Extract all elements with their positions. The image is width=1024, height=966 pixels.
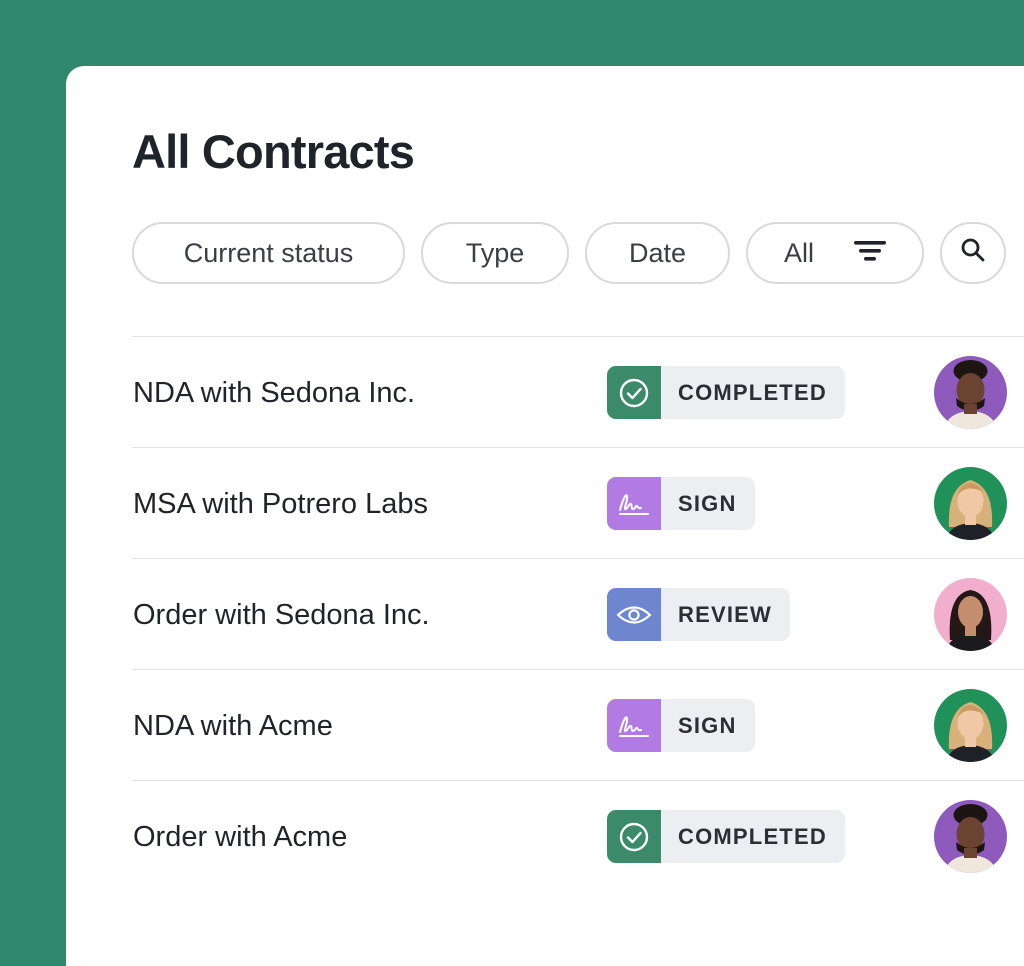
all-filter-label: All	[783, 237, 814, 268]
contract-name[interactable]: NDA with Acme	[133, 710, 333, 743]
contract-name[interactable]: MSA with Potrero Labs	[133, 488, 428, 521]
status-badge: COMPLETED	[607, 810, 845, 863]
check-circle-icon	[607, 810, 661, 863]
contract-row[interactable]: NDA with Sedona Inc. COMPLETED	[132, 336, 1024, 447]
person-avatar-green	[934, 689, 1007, 762]
status-badge-label: REVIEW	[678, 601, 772, 627]
person-avatar-green	[934, 467, 1007, 540]
all-filter-dropdown[interactable]: All	[746, 222, 924, 284]
page-title: All Contracts	[132, 125, 415, 178]
signature-icon	[607, 477, 661, 530]
person-avatar-purple	[934, 356, 1007, 429]
type-filter-button[interactable]: Type	[421, 222, 569, 284]
eye-icon	[607, 588, 661, 641]
status-badge: COMPLETED	[607, 366, 845, 419]
filter-bar: Current status Type Date All	[132, 222, 1024, 286]
status-badge-label: SIGN	[678, 712, 737, 738]
filter-lines-icon	[854, 238, 886, 269]
contract-name[interactable]: NDA with Sedona Inc.	[133, 377, 415, 410]
status-badge-label: COMPLETED	[678, 379, 827, 405]
contracts-list: NDA with Sedona Inc. COMPLETED MSA with …	[132, 336, 1024, 891]
contract-row[interactable]: NDA with Acme SIGN	[132, 669, 1024, 780]
contract-name[interactable]: Order with Sedona Inc.	[133, 599, 430, 632]
search-button[interactable]	[940, 222, 1006, 284]
date-filter-label: Date	[628, 237, 687, 268]
status-badge: SIGN	[607, 477, 755, 530]
date-filter-button[interactable]: Date	[585, 222, 730, 284]
current-status-filter-label: Current status	[183, 237, 354, 268]
contract-row[interactable]: MSA with Potrero Labs SIGN	[132, 447, 1024, 558]
contracts-panel: All Contracts Current status Type Date A…	[66, 66, 1024, 966]
status-badge: REVIEW	[607, 588, 790, 641]
status-badge-label: COMPLETED	[678, 823, 827, 849]
status-badge: SIGN	[607, 699, 755, 752]
signature-icon	[607, 699, 661, 752]
contract-name[interactable]: Order with Acme	[133, 821, 347, 854]
person-avatar-purple	[934, 800, 1007, 873]
contract-row[interactable]: Order with Acme COMPLETED	[132, 780, 1024, 891]
person-avatar-pink	[934, 578, 1007, 651]
status-badge-label: SIGN	[678, 490, 737, 516]
search-icon	[959, 236, 987, 271]
type-filter-label: Type	[465, 237, 525, 268]
contract-row[interactable]: Order with Sedona Inc. REVIEW	[132, 558, 1024, 669]
current-status-filter-button[interactable]: Current status	[132, 222, 405, 284]
check-circle-icon	[607, 366, 661, 419]
